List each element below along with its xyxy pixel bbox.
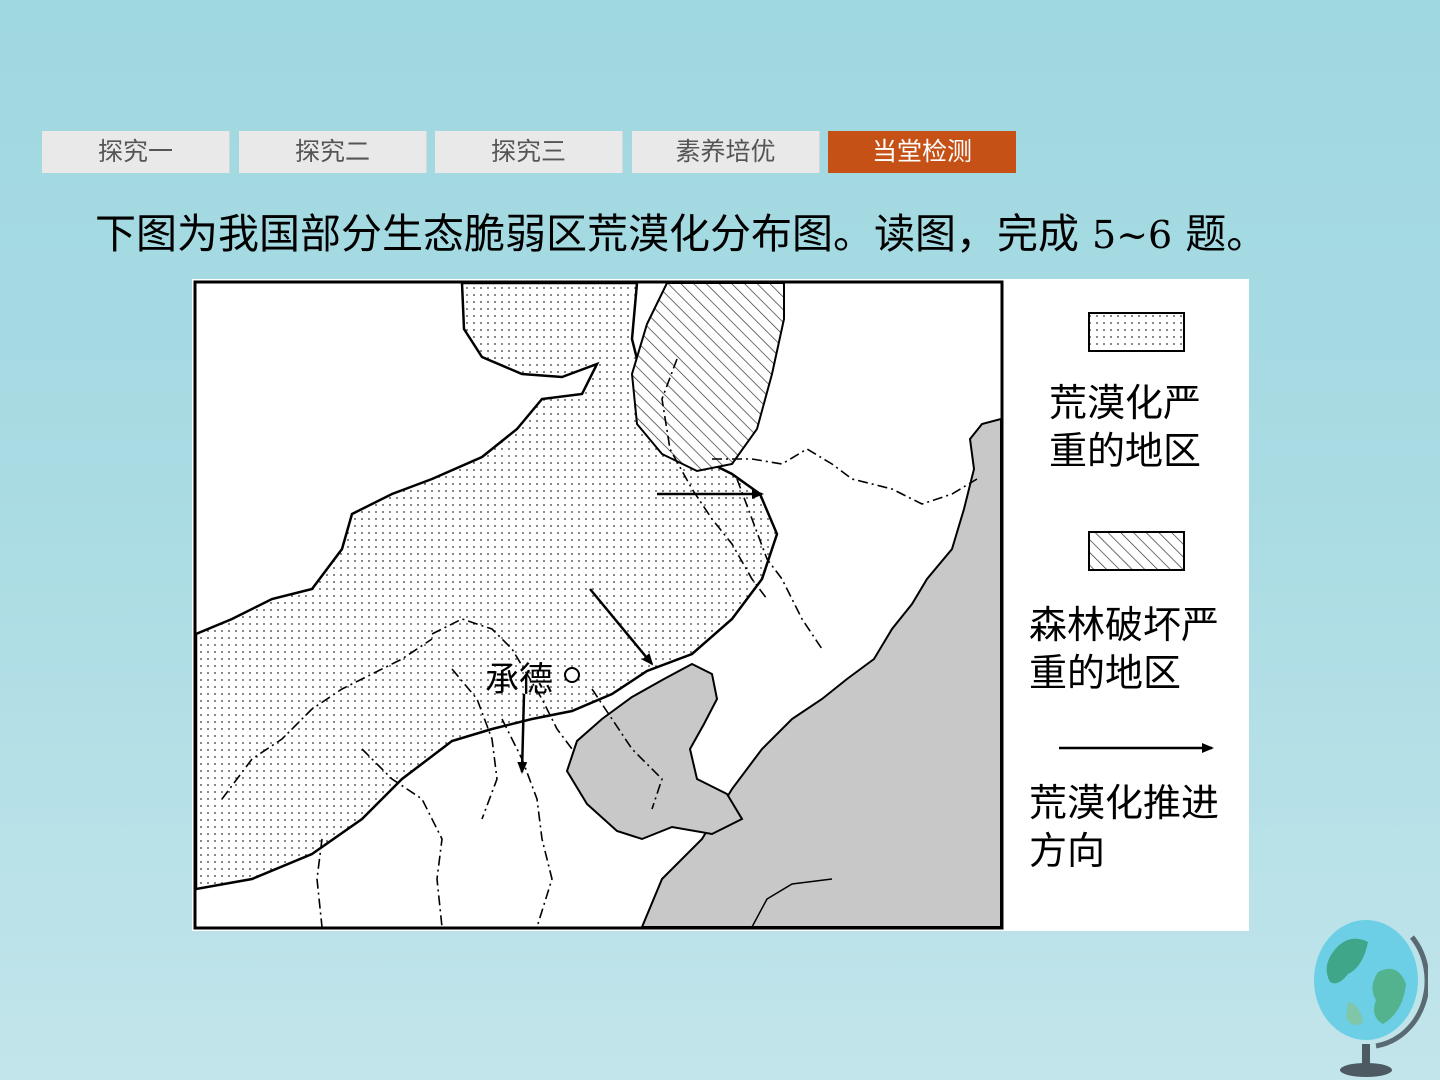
question-prefix: 下图为我国部分生态脆弱区荒漠化分布图。读图，完成 (95, 210, 1093, 258)
tab-explore-1[interactable]: 探究一 (42, 131, 230, 173)
tab-literacy[interactable]: 素养培优 (632, 131, 820, 173)
question-range: 5~6 (1092, 213, 1173, 257)
legend-label-desertification: 荒漠化严 重的地区 (1049, 381, 1202, 473)
question-suffix: 题。 (1172, 210, 1268, 258)
tab-explore-2[interactable]: 探究二 (239, 131, 427, 173)
legend-dots-swatch (1088, 312, 1185, 352)
legend-hatch-swatch (1088, 531, 1185, 571)
tab-explore-3[interactable]: 探究三 (435, 131, 623, 173)
legend-label-forest-destruction: 森林破坏严 重的地区 (1029, 603, 1220, 695)
question-text: 下图为我国部分生态脆弱区荒漠化分布图。读图，完成 5~6 题。 (95, 206, 1267, 263)
globe-icon (1314, 920, 1428, 1077)
tab-class-test[interactable]: 当堂检测 (828, 131, 1016, 173)
desertification-map-figure: 承德 荒漠化严 重的地区 森林破坏严 重的地区 荒漠化推进 方向 (192, 279, 1249, 931)
section-tabs: 探究一 探究二 探究三 素养培优 当堂检测 (42, 131, 1018, 173)
chengde-city-marker (564, 667, 580, 683)
city-label-chengde: 承德 (485, 660, 553, 700)
legend-label-advance-direction: 荒漠化推进 方向 (1029, 781, 1220, 873)
